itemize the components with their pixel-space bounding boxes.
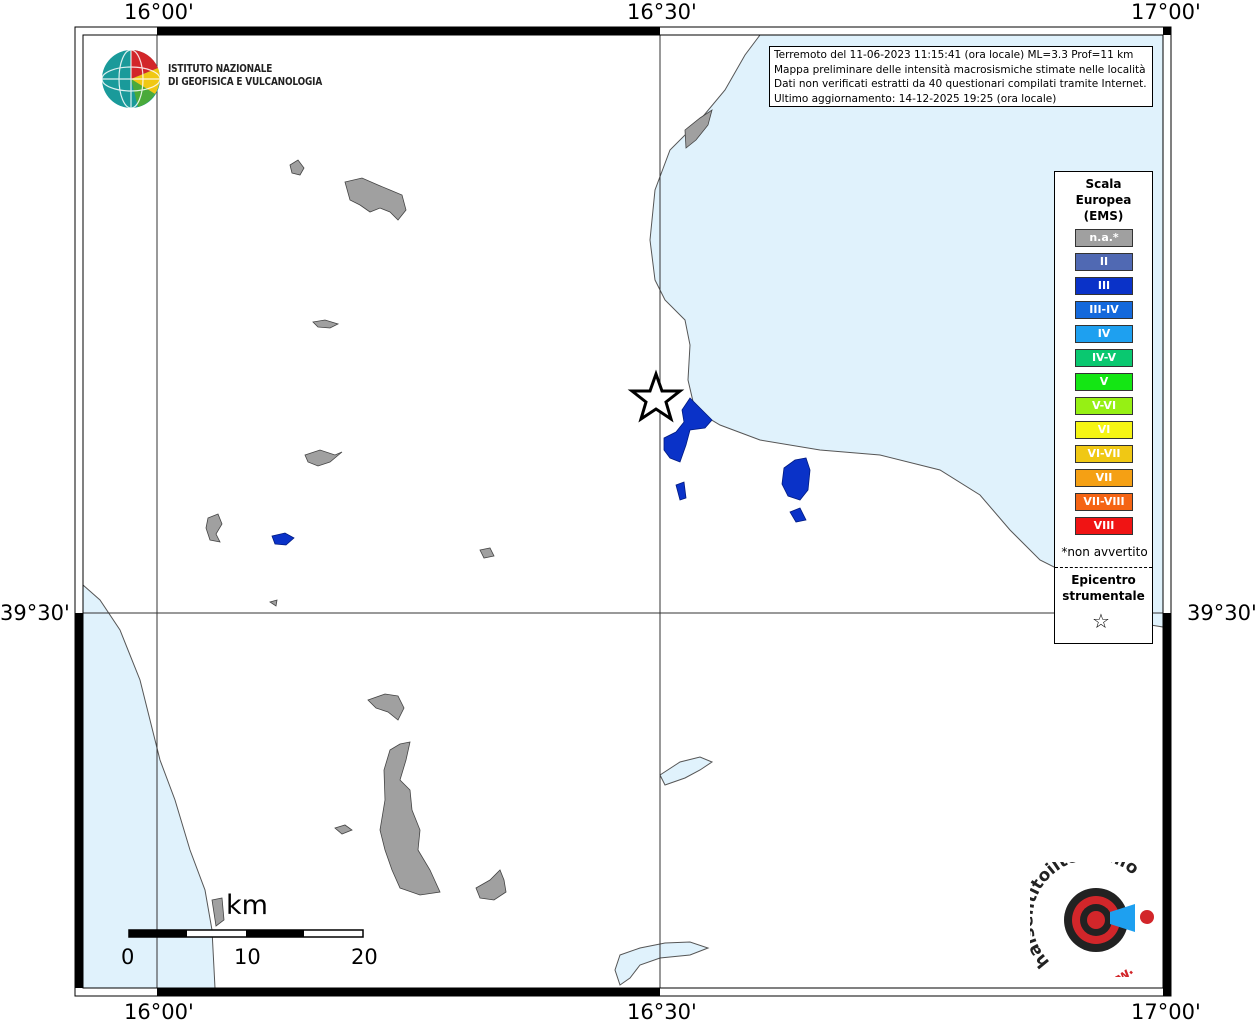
legend-item-7: V-VI bbox=[1075, 397, 1133, 415]
scale-label-20: 20 bbox=[351, 945, 378, 969]
scale-label-0: 0 bbox=[121, 945, 135, 969]
legend-item-8: VI bbox=[1075, 421, 1133, 439]
legend-item-9: VI-VII bbox=[1075, 445, 1133, 463]
legend-separator bbox=[1055, 567, 1152, 568]
svg-text:www.: www. bbox=[1094, 963, 1136, 977]
right-tick-39-30: 39°30' bbox=[1187, 601, 1256, 625]
legend-title-line-2: Europea bbox=[1075, 193, 1132, 207]
bottom-tick-16-30: 16°30' bbox=[627, 1000, 697, 1024]
bottom-tick-17-00: 17°00' bbox=[1131, 1000, 1201, 1024]
legend-item-4: IV bbox=[1075, 325, 1133, 343]
scale-label-10: 10 bbox=[234, 945, 261, 969]
haisentito-logo-www: www. bbox=[1094, 963, 1136, 977]
legend-item-5: IV-V bbox=[1075, 349, 1133, 367]
bottom-tick-16-00: 16°00' bbox=[124, 1000, 194, 1024]
sea-west bbox=[82, 583, 216, 989]
left-tick-39-30: 39°30' bbox=[0, 601, 70, 625]
institute-line-1: ISTITUTO NAZIONALE bbox=[168, 63, 273, 75]
localities-na bbox=[205, 109, 713, 927]
legend-title-line-3: (EMS) bbox=[1083, 209, 1124, 223]
legend-title-line-1: Scala bbox=[1085, 177, 1122, 191]
legend-epicenter-label: Epicentro strumentale bbox=[1055, 572, 1152, 604]
scale-unit: km bbox=[226, 890, 268, 921]
legend-epicenter-line-1: Epicentro bbox=[1071, 573, 1136, 587]
ems-legend: Scala Europea (EMS) n.a.* II III III-IV IV IV… bbox=[1054, 171, 1153, 644]
legend-star-icon: ☆ bbox=[1092, 609, 1110, 633]
epicenter-star-icon bbox=[627, 369, 685, 423]
legend-item-1: II bbox=[1075, 253, 1133, 271]
top-tick-17-00: 17°00' bbox=[1131, 0, 1201, 24]
legend-note: *non avvertito bbox=[1061, 545, 1148, 559]
scale-bar bbox=[128, 929, 364, 938]
legend-item-6: V bbox=[1075, 373, 1133, 391]
event-info-line-1: Terremoto del 11-06-2023 11:15:41 (ora l… bbox=[774, 49, 1134, 61]
legend-item-12: VIII bbox=[1075, 517, 1133, 535]
legend-item-0: n.a.* bbox=[1075, 229, 1133, 247]
lake-2 bbox=[614, 941, 710, 986]
event-info-line-2: Mappa preliminare delle intensità macros… bbox=[774, 63, 1146, 76]
event-info-box: Terremoto del 11-06-2023 11:15:41 (ora l… bbox=[769, 46, 1153, 107]
legend-title: Scala Europea (EMS) bbox=[1055, 176, 1152, 224]
event-info-line-3: Dati non verificati estratti da 40 quest… bbox=[774, 78, 1147, 90]
haisentito-logo: haisentitoilterremoto.it www. bbox=[1030, 862, 1154, 977]
event-info-line-4: Ultimo aggiornamento: 14-12-2025 19:25 (… bbox=[774, 92, 1057, 105]
institute-name: ISTITUTO NAZIONALE DI GEOFISICA E VULCAN… bbox=[168, 63, 322, 89]
legend-item-2: III bbox=[1075, 277, 1133, 295]
institute-line-2: DI GEOFISICA E VULCANOLOGIA bbox=[168, 76, 323, 88]
legend-item-3: III-IV bbox=[1075, 301, 1133, 319]
ingv-globe-logo bbox=[101, 49, 161, 109]
legend-item-11: VII-VIII bbox=[1075, 493, 1133, 511]
top-tick-16-00: 16°00' bbox=[124, 0, 194, 24]
legend-item-10: VII bbox=[1075, 469, 1133, 487]
legend-epicenter-line-2: strumentale bbox=[1062, 589, 1145, 603]
top-tick-16-30: 16°30' bbox=[627, 0, 697, 24]
lake-1 bbox=[659, 756, 714, 786]
